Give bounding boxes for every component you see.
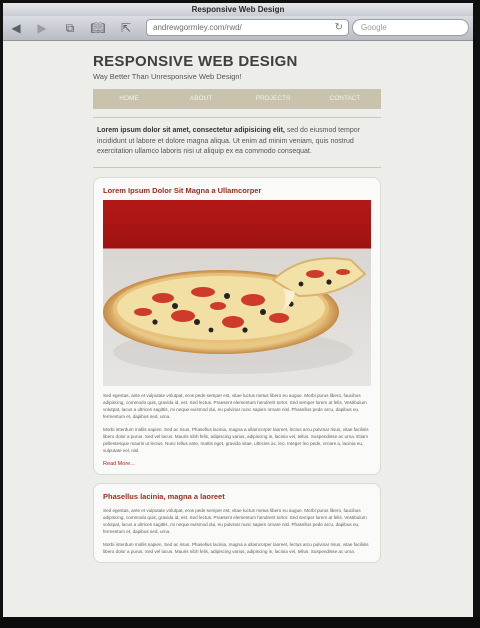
reload-icon[interactable]: ↻	[335, 20, 343, 35]
pizza-image	[103, 199, 371, 386]
search-input[interactable]: Google	[352, 19, 469, 36]
window-title: Responsive Web Design	[3, 3, 473, 16]
site-title: RESPONSIVE WEB DESIGN	[93, 53, 298, 70]
back-icon[interactable]: ◀	[7, 19, 25, 37]
share-icon[interactable]: ⇱	[117, 19, 135, 37]
intro-bold: Lorem ipsum dolor sit amet, consectetur …	[97, 127, 285, 134]
nav-projects[interactable]: PROJECTS	[237, 89, 309, 109]
tablet-screen: Responsive Web Design ◀ ▶ ⧉ 📖︎ ⇱ andrewg…	[3, 3, 473, 617]
post-body: Morbi interdum mollis sapien. Sed ac ris…	[103, 541, 369, 554]
nav-contact[interactable]: CONTACT	[309, 89, 381, 109]
main-nav: HOME ABOUT PROJECTS CONTACT	[93, 89, 381, 109]
address-bar[interactable]: andrewgormley.com/rwd/ ↻	[146, 19, 349, 36]
forward-icon[interactable]: ▶	[33, 19, 51, 37]
url-text: andrewgormley.com/rwd/	[153, 23, 242, 32]
browser-toolbar: ◀ ▶ ⧉ 📖︎ ⇱ andrewgormley.com/rwd/ ↻ Goog…	[3, 16, 473, 41]
intro-text: Lorem ipsum dolor sit amet, consectetur …	[93, 126, 381, 158]
post-title[interactable]: Lorem Ipsum Dolor Sit Magna a Ullamcorpe…	[103, 186, 371, 195]
read-more-link[interactable]: Read More...	[103, 461, 371, 467]
divider	[93, 117, 381, 118]
post-body: Morbi interdum mollis sapien. Sed ac ris…	[103, 426, 369, 453]
post-card: Lorem Ipsum Dolor Sit Magna a Ullamcorpe…	[93, 176, 381, 475]
nav-about[interactable]: ABOUT	[165, 89, 237, 109]
nav-home[interactable]: HOME	[93, 89, 165, 109]
taskbar-strip	[0, 617, 480, 628]
tabs-icon[interactable]: ⧉	[61, 19, 79, 37]
post-title[interactable]: Phasellus lacinia, magna a laoreet	[103, 492, 371, 501]
divider	[93, 166, 381, 168]
post-body: Sed egestas, ante et vulputate volutpat,…	[103, 507, 367, 534]
bookmarks-icon[interactable]: 📖︎	[89, 19, 107, 37]
web-page: RESPONSIVE WEB DESIGN Way Better Than Un…	[93, 43, 381, 563]
site-tagline: Way Better Than Unresponsive Web Design!	[93, 72, 242, 81]
post-card: Phasellus lacinia, magna a laoreet Sed e…	[93, 482, 381, 563]
post-body: Sed egestas, ante et vulputate volutpat,…	[103, 392, 367, 419]
